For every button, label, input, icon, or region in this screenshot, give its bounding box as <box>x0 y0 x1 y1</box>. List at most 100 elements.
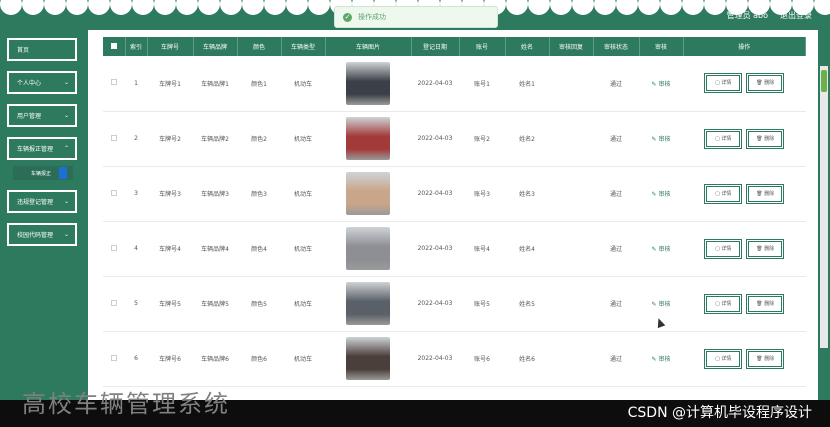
sidebar-subitem-label: 车辆报正 <box>31 170 52 177</box>
col-header: 车辆图片 <box>325 37 412 56</box>
cell-actions: ▢ 详情 🗑 删除 <box>683 111 806 167</box>
audit-link[interactable]: 审核 <box>658 136 670 143</box>
audit-link[interactable]: 审核 <box>658 81 670 88</box>
check-circle-icon: ✓ <box>343 12 352 22</box>
vehicle-image <box>346 172 390 215</box>
cell-image <box>325 56 411 112</box>
row-checkbox[interactable] <box>111 79 117 86</box>
row-select-cell[interactable] <box>103 221 125 277</box>
cell-audit[interactable]: ✎ 审核 <box>639 111 683 167</box>
col-header: 登记日期 <box>411 37 460 56</box>
sidebar-item-violation[interactable]: 违规登记管理 ⌄ <box>7 190 77 213</box>
audit-link[interactable]: 审核 <box>658 191 670 198</box>
sidebar-item-personal-center[interactable]: 个人中心 ⌄ <box>7 71 77 94</box>
delete-button[interactable]: 🗑 删除 <box>746 238 785 259</box>
row-select-cell[interactable] <box>103 331 125 387</box>
vehicle-image <box>346 117 390 160</box>
detail-button[interactable]: ▢ 详情 <box>704 73 743 94</box>
logout-link[interactable]: 退出登录 <box>780 10 812 21</box>
cell-audit[interactable]: ✎ 审核 <box>639 166 683 222</box>
cell-date: 2022-04-03 <box>411 166 459 222</box>
col-header: 操作 <box>683 37 806 56</box>
sidebar-item-campus-code[interactable]: 校园代码管理 ⌄ <box>7 223 77 246</box>
detail-button[interactable]: ▢ 详情 <box>704 128 743 149</box>
cell-audit[interactable]: ✎ 审核 <box>639 221 683 277</box>
row-select-cell[interactable] <box>103 111 125 167</box>
cell-brand: 车辆品牌1 <box>193 56 237 112</box>
table-row: 2 车牌号2 车辆品牌2 颜色2 机动车 2022-04-03 账号2 姓名2 通过 ✎ 审核 ▢ … <box>103 111 806 167</box>
sidebar-item-vehicle-registration[interactable]: 车辆报正管理 ⌃ <box>7 137 77 160</box>
row-checkbox[interactable] <box>111 244 117 251</box>
cell-status: 通过 <box>593 276 639 332</box>
delete-button[interactable]: 🗑 删除 <box>746 73 785 94</box>
trash-icon: 🗑 <box>756 355 765 362</box>
cell-status: 通过 <box>593 56 639 112</box>
col-header: 审核回复 <box>549 37 594 56</box>
cell-brand: 车辆品牌2 <box>193 111 237 167</box>
cell-name: 姓名1 <box>505 56 549 112</box>
row-select-cell[interactable] <box>103 166 125 222</box>
sidebar-item-label: 个人中心 <box>17 80 42 87</box>
col-header: 账号 <box>459 37 506 56</box>
col-header: 车牌号 <box>147 37 194 56</box>
sidebar-item-home[interactable]: 首页 <box>7 38 77 61</box>
trash-icon: 🗑 <box>756 190 765 197</box>
cell-image <box>325 166 411 222</box>
sidebar-item-label: 用户管理 <box>17 113 42 120</box>
row-checkbox[interactable] <box>111 189 117 196</box>
cell-actions: ▢ 详情 🗑 删除 <box>683 56 806 112</box>
vehicle-image <box>346 227 390 270</box>
cell-name: 姓名3 <box>505 166 549 222</box>
chevron-down-icon: ⌄ <box>63 79 69 86</box>
col-header: 索引 <box>125 37 148 56</box>
detail-button[interactable]: ▢ 详情 <box>704 238 743 259</box>
cell-date: 2022-04-03 <box>411 111 459 167</box>
delete-button[interactable]: 🗑 删除 <box>746 183 785 204</box>
select-all-checkbox[interactable] <box>110 42 117 49</box>
sidebar-subitem-vehicle[interactable]: 车辆报正 <box>13 166 73 180</box>
delete-button[interactable]: 🗑 删除 <box>746 348 785 369</box>
row-checkbox[interactable] <box>111 134 117 141</box>
row-checkbox[interactable] <box>111 354 117 361</box>
cell-type: 机动车 <box>281 111 325 167</box>
cell-status: 通过 <box>593 331 639 387</box>
vertical-scrollbar[interactable] <box>820 66 828 348</box>
table-row: 3 车牌号3 车辆品牌3 颜色3 机动车 2022-04-03 账号3 姓名3 通过 ✎ 审核 ▢ … <box>103 166 806 222</box>
cell-account: 账号6 <box>459 331 505 387</box>
delete-button[interactable]: 🗑 删除 <box>746 293 785 314</box>
cell-brand: 车辆品牌5 <box>193 276 237 332</box>
sidebar-item-label: 校园代码管理 <box>17 232 54 239</box>
cell-plate: 车牌号6 <box>147 331 193 387</box>
sidebar: 首页 个人中心 ⌄ 用户管理 ⌄ 车辆报正管理 ⌃ 车辆报正 违规登记管理 ⌄ … <box>7 38 79 256</box>
cell-plate: 车牌号3 <box>147 166 193 222</box>
scrollbar-thumb[interactable] <box>821 70 827 92</box>
cell-audit[interactable]: ✎ 审核 <box>639 331 683 387</box>
audit-link[interactable]: 审核 <box>658 301 670 308</box>
detail-button[interactable]: ▢ 详情 <box>704 348 743 369</box>
cell-reply <box>549 276 593 332</box>
cell-audit[interactable]: ✎ 审核 <box>639 56 683 112</box>
detail-button[interactable]: ▢ 详情 <box>704 293 743 314</box>
cell-color: 颜色6 <box>237 331 281 387</box>
table-row: 1 车牌号1 车辆品牌1 颜色1 机动车 2022-04-03 账号1 姓名1 通过 ✎ 审核 ▢ … <box>103 56 806 112</box>
cell-image <box>325 331 411 387</box>
row-select-cell[interactable] <box>103 276 125 332</box>
sidebar-item-user-management[interactable]: 用户管理 ⌄ <box>7 104 77 127</box>
detail-button[interactable]: ▢ 详情 <box>704 183 743 204</box>
table-row: 4 车牌号4 车辆品牌4 颜色4 机动车 2022-04-03 账号4 姓名4 通过 ✎ 审核 ▢ … <box>103 221 806 277</box>
audit-link[interactable]: 审核 <box>658 246 670 253</box>
row-checkbox[interactable] <box>111 299 117 306</box>
row-select-cell[interactable] <box>103 56 125 112</box>
cell-brand: 车辆品牌6 <box>193 331 237 387</box>
vehicle-image <box>346 282 390 325</box>
cell-date: 2022-04-03 <box>411 221 459 277</box>
col-header: 颜色 <box>237 37 282 56</box>
watermark: CSDN @计算机毕设程序设计 <box>627 405 812 421</box>
audit-link[interactable]: 审核 <box>658 356 670 363</box>
select-all-cell[interactable] <box>103 37 126 56</box>
cell-name: 姓名4 <box>505 221 549 277</box>
table-row: 6 车牌号6 车辆品牌6 颜色6 机动车 2022-04-03 账号6 姓名6 通过 ✎ 审核 ▢ … <box>103 331 806 387</box>
delete-button[interactable]: 🗑 删除 <box>746 128 785 149</box>
active-marker <box>59 167 67 179</box>
cell-index: 4 <box>125 221 147 277</box>
